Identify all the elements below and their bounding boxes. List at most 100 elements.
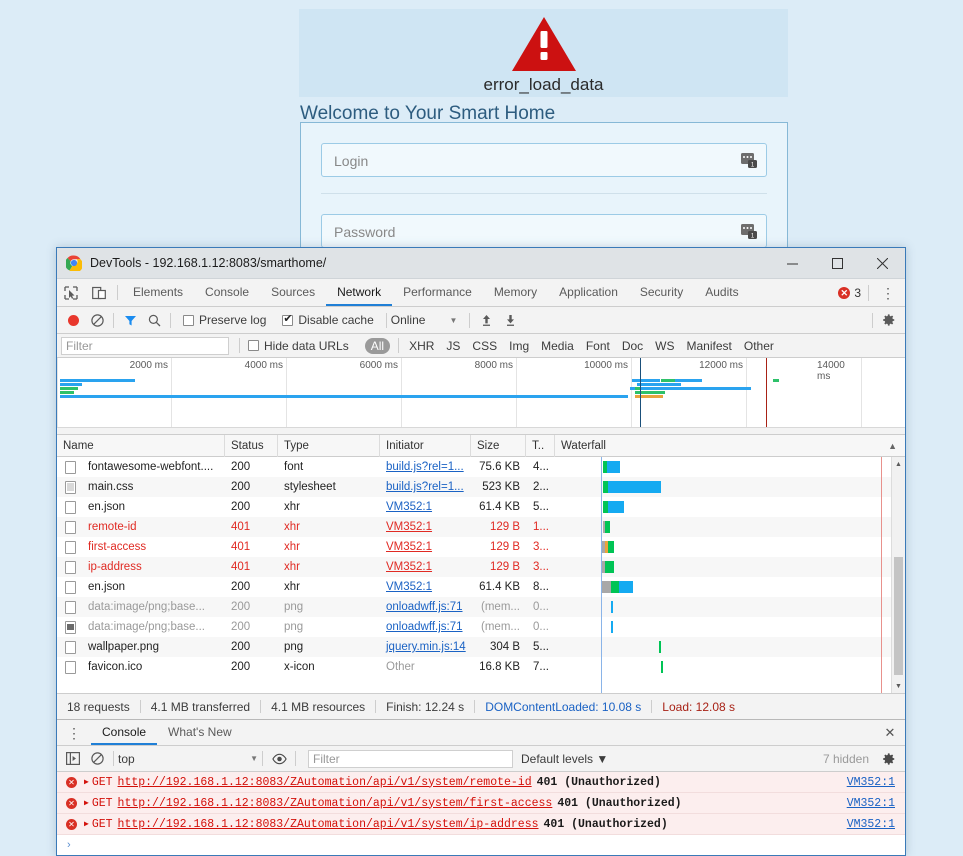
console-context-select[interactable]: top ▼ xyxy=(118,752,258,766)
console-source-link[interactable]: VM352:1 xyxy=(847,776,895,789)
initiator-link[interactable]: build.js?rel=1... xyxy=(386,481,464,493)
tab-application[interactable]: Application xyxy=(548,279,629,306)
inspect-element-button[interactable] xyxy=(57,279,85,306)
column-header-waterfall[interactable]: Waterfall ▲ xyxy=(555,435,905,457)
initiator-link[interactable]: VM352:1 xyxy=(386,521,432,533)
console-filter-input[interactable]: Filter xyxy=(308,750,513,768)
lastpass-icon[interactable]: 1 xyxy=(740,151,758,169)
initiator-link[interactable]: jquery.min.js:14 xyxy=(386,641,466,653)
tab-elements[interactable]: Elements xyxy=(122,279,194,306)
tab-security[interactable]: Security xyxy=(629,279,694,306)
column-header-time[interactable]: T.. xyxy=(526,435,555,457)
import-har-button[interactable] xyxy=(474,308,498,332)
column-header-initiator[interactable]: Initiator xyxy=(380,435,471,457)
initiator-link[interactable]: VM352:1 xyxy=(386,561,432,573)
drawer-tab-whats-new[interactable]: What's New xyxy=(157,720,243,745)
console-messages[interactable]: ✕▶GEThttp://192.168.1.12:8083/ZAutomatio… xyxy=(57,772,905,835)
device-toolbar-button[interactable] xyxy=(85,279,113,306)
expand-arrow-icon[interactable]: ▶ xyxy=(84,798,89,808)
initiator-link[interactable]: onloadwff.js:71 xyxy=(386,601,463,613)
console-url[interactable]: http://192.168.1.12:8083/ZAutomation/api… xyxy=(118,797,553,810)
scroll-up-arrow-icon[interactable]: ▲ xyxy=(892,457,905,471)
table-row[interactable]: data:image/png;base...200pngonloadwff.js… xyxy=(57,617,905,637)
table-row[interactable]: fontawesome-webfont....200fontbuild.js?r… xyxy=(57,457,905,477)
live-expression-button[interactable] xyxy=(267,747,291,771)
login-input[interactable]: Login xyxy=(321,143,767,177)
devtools-menu-button[interactable]: ⋮ xyxy=(876,286,900,300)
password-input[interactable]: Password xyxy=(321,214,767,248)
filter-type-media[interactable]: Media xyxy=(541,339,574,353)
scroll-down-arrow-icon[interactable]: ▼ xyxy=(892,679,905,693)
initiator-link[interactable]: VM352:1 xyxy=(386,501,432,513)
table-row[interactable]: ip-address401xhrVM352:1129 B3... xyxy=(57,557,905,577)
table-row[interactable]: first-access401xhrVM352:1129 B3... xyxy=(57,537,905,557)
column-header-size[interactable]: Size xyxy=(471,435,526,457)
throttling-select[interactable]: Online ▼ xyxy=(391,313,458,327)
table-row[interactable]: remote-id401xhrVM352:1129 B1... xyxy=(57,517,905,537)
table-body[interactable]: fontawesome-webfont....200fontbuild.js?r… xyxy=(57,457,905,693)
tab-memory[interactable]: Memory xyxy=(483,279,548,306)
console-error-message[interactable]: ✕▶GEThttp://192.168.1.12:8083/ZAutomatio… xyxy=(57,814,905,835)
table-row[interactable]: en.json200xhrVM352:161.4 KB5... xyxy=(57,497,905,517)
record-button[interactable] xyxy=(61,308,85,332)
export-har-button[interactable] xyxy=(498,308,522,332)
disable-cache-checkbox[interactable]: Disable cache xyxy=(282,313,373,327)
minimize-button[interactable] xyxy=(770,248,815,279)
filter-type-manifest[interactable]: Manifest xyxy=(687,339,732,353)
search-button[interactable] xyxy=(142,308,166,332)
preserve-log-checkbox[interactable]: Preserve log xyxy=(183,313,266,327)
filter-type-js[interactable]: JS xyxy=(446,339,460,353)
column-header-type[interactable]: Type xyxy=(278,435,380,457)
console-levels-select[interactable]: Default levels ▼ xyxy=(521,752,608,766)
tab-audits[interactable]: Audits xyxy=(694,279,749,306)
initiator-link[interactable]: VM352:1 xyxy=(386,581,432,593)
initiator-link[interactable]: VM352:1 xyxy=(386,541,432,553)
drawer-tab-console[interactable]: Console xyxy=(91,720,157,745)
filter-type-xhr[interactable]: XHR xyxy=(409,339,434,353)
filter-type-font[interactable]: Font xyxy=(586,339,610,353)
table-row[interactable]: main.css200stylesheetbuild.js?rel=1...52… xyxy=(57,477,905,497)
network-filter-input[interactable]: Filter xyxy=(61,337,229,355)
console-url[interactable]: http://192.168.1.12:8083/ZAutomation/api… xyxy=(118,776,532,789)
settings-button[interactable] xyxy=(877,308,901,332)
network-overview-timeline[interactable]: 2000 ms 4000 ms 6000 ms 8000 ms 10000 ms… xyxy=(57,358,905,435)
console-error-message[interactable]: ✕▶GEThttp://192.168.1.12:8083/ZAutomatio… xyxy=(57,772,905,793)
scrollbar-thumb[interactable] xyxy=(894,557,903,675)
column-header-status[interactable]: Status xyxy=(225,435,278,457)
filter-type-doc[interactable]: Doc xyxy=(622,339,643,353)
column-header-name[interactable]: Name xyxy=(57,435,225,457)
tab-network[interactable]: Network xyxy=(326,279,392,306)
console-sidebar-button[interactable] xyxy=(61,747,85,771)
filter-type-css[interactable]: CSS xyxy=(472,339,497,353)
console-prompt[interactable]: › xyxy=(57,835,905,855)
clear-button[interactable] xyxy=(85,308,109,332)
tab-performance[interactable]: Performance xyxy=(392,279,483,306)
console-source-link[interactable]: VM352:1 xyxy=(847,818,895,831)
console-settings-button[interactable] xyxy=(877,747,901,771)
table-vertical-scrollbar[interactable]: ▲ ▼ xyxy=(891,457,905,693)
tab-console[interactable]: Console xyxy=(194,279,260,306)
error-count-badge[interactable]: ✕ 3 xyxy=(838,286,861,300)
hide-data-urls-checkbox[interactable]: Hide data URLs xyxy=(248,339,349,353)
filter-type-other[interactable]: Other xyxy=(744,339,774,353)
maximize-button[interactable] xyxy=(815,248,860,279)
drawer-close-button[interactable]: ✕ xyxy=(875,720,905,745)
console-url[interactable]: http://192.168.1.12:8083/ZAutomation/api… xyxy=(118,818,539,831)
console-source-link[interactable]: VM352:1 xyxy=(847,797,895,810)
close-button[interactable] xyxy=(860,248,905,279)
table-row[interactable]: en.json200xhrVM352:161.4 KB8... xyxy=(57,577,905,597)
drawer-menu-button[interactable]: ⋮ xyxy=(57,720,91,745)
console-error-message[interactable]: ✕▶GEThttp://192.168.1.12:8083/ZAutomatio… xyxy=(57,793,905,814)
table-row[interactable]: favicon.ico200x-iconOther16.8 KB7... xyxy=(57,657,905,677)
clear-console-button[interactable] xyxy=(85,747,109,771)
table-row[interactable]: wallpaper.png200pngjquery.min.js:14304 B… xyxy=(57,637,905,657)
lastpass-icon[interactable]: 1 xyxy=(740,222,758,240)
table-row[interactable]: data:image/png;base...200pngonloadwff.js… xyxy=(57,597,905,617)
filter-type-img[interactable]: Img xyxy=(509,339,529,353)
initiator-link[interactable]: build.js?rel=1... xyxy=(386,461,464,473)
filter-type-ws[interactable]: WS xyxy=(655,339,674,353)
filter-button[interactable] xyxy=(118,308,142,332)
expand-arrow-icon[interactable]: ▶ xyxy=(84,819,89,829)
expand-arrow-icon[interactable]: ▶ xyxy=(84,777,89,787)
tab-sources[interactable]: Sources xyxy=(260,279,326,306)
